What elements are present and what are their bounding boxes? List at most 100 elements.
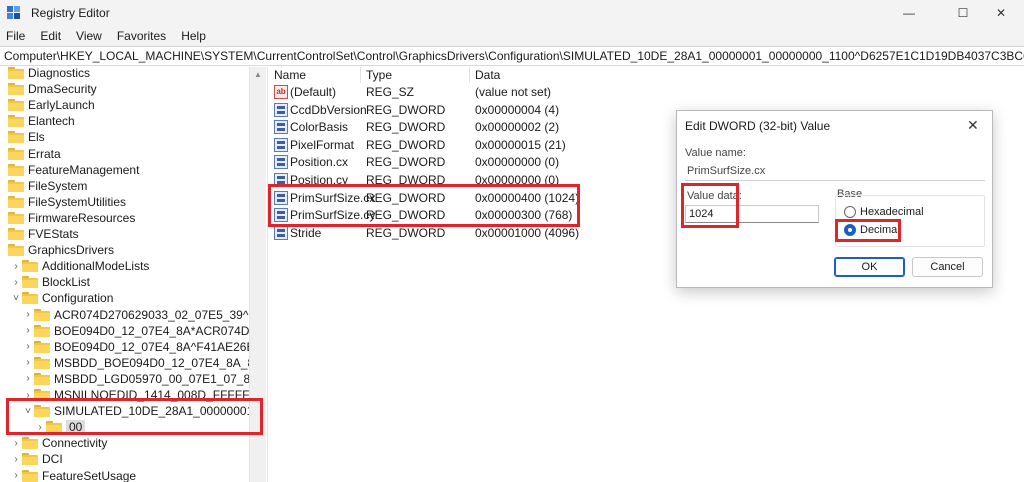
tree-item[interactable]: Diagnostics xyxy=(0,67,90,81)
dialog-close-button[interactable]: ✕ xyxy=(967,117,979,134)
tree-item[interactable]: ˅ Configuration xyxy=(10,290,113,306)
value-row[interactable]: ab (Default) REG_SZ (value not set) xyxy=(268,84,688,101)
value-data: 0x00001000 (4096) xyxy=(475,225,580,240)
tree-item-label: FirmwareResources xyxy=(28,210,136,225)
tree-item-label: FileSystemUtilities xyxy=(28,194,127,209)
tree-item[interactable]: Errata xyxy=(0,146,61,162)
value-row[interactable]: Position.cx REG_DWORD 0x00000000 (0) xyxy=(268,154,688,171)
tree-item[interactable]: GraphicsDrivers xyxy=(0,242,114,258)
tree-item[interactable]: FileSystemUtilities xyxy=(0,194,126,210)
tree-item-label: Configuration xyxy=(42,291,114,306)
value-type: REG_DWORD xyxy=(366,225,446,240)
chevron-right-icon[interactable]: › xyxy=(22,357,34,368)
tree-item-label: BOE094D0_12_07E4_8A*ACR074D2706290 xyxy=(54,323,249,338)
minimize-button[interactable]: — xyxy=(886,0,932,26)
tree-item[interactable]: Els xyxy=(0,129,45,145)
chevron-right-icon[interactable]: › xyxy=(10,261,22,272)
folder-icon xyxy=(8,147,24,160)
edit-dword-dialog: Edit DWORD (32-bit) Value ✕ Value name: … xyxy=(676,110,993,288)
folder-icon xyxy=(8,115,24,128)
tree-item[interactable]: › Connectivity xyxy=(10,435,107,451)
binary-value-icon xyxy=(274,155,288,170)
value-row[interactable]: PixelFormat REG_DWORD 0x00000015 (21) xyxy=(268,137,688,154)
tree-item[interactable]: › AdditionalModeLists xyxy=(10,258,149,274)
tree-item[interactable]: FirmwareResources xyxy=(0,210,135,226)
value-type: REG_DWORD xyxy=(366,155,446,170)
tree-item-label: FeatureSetUsage xyxy=(42,468,137,482)
tree-item-label: DCI xyxy=(42,452,63,467)
column-header-type[interactable]: Type xyxy=(366,68,392,82)
tree-item-label: ACR074D270629033_02_07E5_39^6A42AAE xyxy=(54,307,249,322)
tree-item-label: Connectivity xyxy=(42,436,108,451)
tree-item-label: GraphicsDrivers xyxy=(28,243,115,258)
tree-item-label: EarlyLaunch xyxy=(28,98,95,113)
folder-icon xyxy=(8,244,24,257)
hexadecimal-radio[interactable] xyxy=(844,206,856,218)
chevron-right-icon[interactable]: › xyxy=(22,309,34,320)
scroll-up-icon[interactable]: ▲ xyxy=(254,70,262,79)
value-name-field: PrimSurfSize.cx xyxy=(685,165,985,181)
chevron-right-icon[interactable]: › xyxy=(10,470,22,481)
chevron-down-icon[interactable]: ˅ xyxy=(10,293,22,304)
highlight-decimal xyxy=(835,219,901,242)
folder-icon xyxy=(22,469,38,482)
menu-favorites[interactable]: Favorites xyxy=(111,29,175,43)
column-header-data[interactable]: Data xyxy=(475,68,500,82)
hexadecimal-label[interactable]: Hexadecimal xyxy=(860,206,924,218)
value-name: CcdDbVersion xyxy=(290,102,367,117)
close-window-button[interactable]: ✕ xyxy=(978,0,1024,26)
folder-icon xyxy=(22,276,38,289)
tree-item[interactable]: › ACR074D270629033_02_07E5_39^6A42AAE xyxy=(22,307,249,323)
tree-item[interactable]: FileSystem xyxy=(0,178,87,194)
highlight-simulated-key xyxy=(6,398,263,435)
tree-item[interactable]: FeatureManagement xyxy=(0,162,139,178)
folder-icon xyxy=(8,179,24,192)
menu-help[interactable]: Help xyxy=(175,29,215,43)
tree-item-label: FeatureManagement xyxy=(28,162,140,177)
chevron-right-icon[interactable]: › xyxy=(22,373,34,384)
tree-item[interactable]: › DCI xyxy=(10,451,63,467)
chevron-right-icon[interactable]: › xyxy=(10,277,22,288)
window-title: Registry Editor xyxy=(31,6,110,20)
tree-item[interactable]: DmaSecurity xyxy=(0,81,97,97)
menu-bar: File Edit View Favorites Help xyxy=(0,26,1024,46)
tree-item[interactable]: › FeatureSetUsage xyxy=(10,468,136,482)
menu-edit[interactable]: Edit xyxy=(34,29,70,43)
tree-item[interactable]: › BOE094D0_12_07E4_8A*ACR074D2706290 xyxy=(22,323,249,339)
column-header-name[interactable]: Name xyxy=(274,68,306,82)
tree-item[interactable]: EarlyLaunch xyxy=(0,97,95,113)
folder-icon xyxy=(8,228,24,240)
value-row[interactable]: Stride REG_DWORD 0x00001000 (4096) xyxy=(268,225,688,242)
tree-item[interactable]: FVEStats xyxy=(0,226,79,242)
tree-item-label: BlockList xyxy=(42,275,91,290)
value-type: REG_DWORD xyxy=(366,120,446,135)
ok-button[interactable]: OK xyxy=(834,257,905,277)
folder-icon xyxy=(8,83,24,96)
value-row[interactable]: CcdDbVersion REG_DWORD 0x00000004 (4) xyxy=(268,102,688,119)
tree-item[interactable]: Elantech xyxy=(0,113,75,129)
chevron-right-icon[interactable]: › xyxy=(10,438,22,449)
tree-item[interactable]: › MSBDD_LGD05970_00_07E1_07_8086_5917 xyxy=(22,371,249,387)
value-name: Position.cx xyxy=(290,155,349,170)
binary-value-icon xyxy=(274,137,288,152)
value-data: 0x00000002 (2) xyxy=(475,120,560,135)
highlight-primsurfsize-rows xyxy=(268,184,580,227)
tree-item[interactable]: › BlockList xyxy=(10,274,90,290)
chevron-right-icon[interactable]: › xyxy=(10,454,22,465)
tree-item[interactable]: › MSBDD_BOE094D0_12_07E4_8A_8086_A7A xyxy=(22,355,249,371)
tree-item-label: Diagnostics xyxy=(28,67,91,80)
address-bar[interactable]: Computer\HKEY_LOCAL_MACHINE\SYSTEM\Curre… xyxy=(0,46,1024,66)
value-row[interactable]: ColorBasis REG_DWORD 0x00000002 (2) xyxy=(268,119,688,136)
value-name: ColorBasis xyxy=(290,120,349,135)
registry-editor-icon xyxy=(7,6,21,20)
menu-file[interactable]: File xyxy=(0,29,34,43)
cancel-button[interactable]: Cancel xyxy=(912,257,983,277)
value-data: 0x00000000 (0) xyxy=(475,155,560,170)
tree-item-label: MSBDD_LGD05970_00_07E1_07_8086_5917 xyxy=(54,371,249,386)
chevron-right-icon[interactable]: › xyxy=(22,341,34,352)
tree-item[interactable]: › BOE094D0_12_07E4_8A^F41AE26BB18EBD xyxy=(22,339,249,355)
folder-icon xyxy=(8,67,24,79)
chevron-right-icon[interactable]: › xyxy=(22,325,34,336)
tree-item-label: AdditionalModeLists xyxy=(42,259,150,274)
menu-view[interactable]: View xyxy=(70,29,111,43)
